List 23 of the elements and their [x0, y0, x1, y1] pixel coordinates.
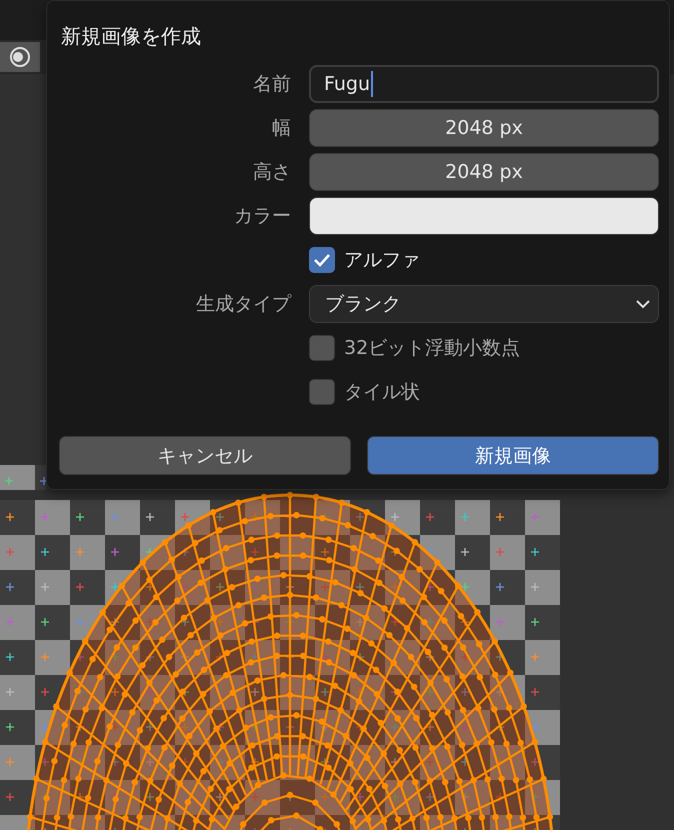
number-field[interactable]: 2048 px [309, 153, 659, 191]
check-icon [313, 253, 331, 267]
sphere-falloff-icon[interactable] [0, 42, 40, 72]
chevron-down-icon [636, 300, 650, 308]
field-label: 高さ [253, 161, 291, 183]
checkbox-label: 32ビット浮動小数点 [344, 336, 520, 361]
cancel-button[interactable]: キャンセル [59, 436, 351, 475]
field-label: 幅 [272, 117, 291, 139]
checkbox-label: タイル状 [344, 380, 420, 405]
field-label: 生成タイプ [196, 293, 291, 315]
dialog-title: 新規画像を作成 [61, 23, 202, 50]
checkbox-label: アルファ [344, 248, 420, 273]
checkbox[interactable] [309, 247, 335, 273]
field-label: カラー [234, 205, 291, 227]
create-button[interactable]: 新規画像 [367, 436, 659, 475]
number-field[interactable]: 2048 px [309, 109, 659, 147]
checkbox[interactable] [309, 379, 335, 405]
color-swatch-field[interactable] [309, 197, 659, 235]
name-field[interactable]: Fugu [309, 65, 659, 103]
field-label: 名前 [253, 73, 291, 95]
checkbox[interactable] [309, 335, 335, 361]
dropdown-field[interactable]: ブランク [309, 285, 659, 323]
checker-texture-drawing [0, 465, 46, 490]
